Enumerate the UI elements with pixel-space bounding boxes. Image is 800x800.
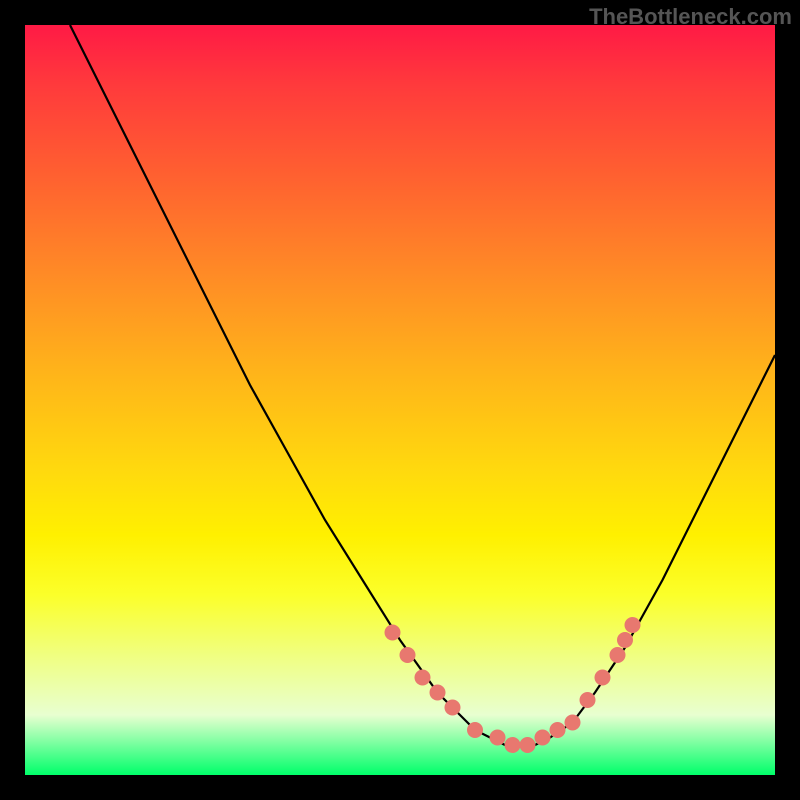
plot-area [25,25,775,775]
marker-point [505,737,521,753]
marker-point [385,625,401,641]
marker-point [400,647,416,663]
marker-point [580,692,596,708]
marker-point [415,670,431,686]
marker-point [610,647,626,663]
bottleneck-curve [70,25,775,745]
chart-container: TheBottleneck.com [0,0,800,800]
marker-group [385,617,641,753]
chart-svg [25,25,775,775]
marker-point [565,715,581,731]
marker-point [490,730,506,746]
marker-point [595,670,611,686]
marker-point [445,700,461,716]
marker-point [625,617,641,633]
marker-point [467,722,483,738]
marker-point [535,730,551,746]
marker-point [550,722,566,738]
marker-point [430,685,446,701]
marker-point [520,737,536,753]
marker-point [617,632,633,648]
